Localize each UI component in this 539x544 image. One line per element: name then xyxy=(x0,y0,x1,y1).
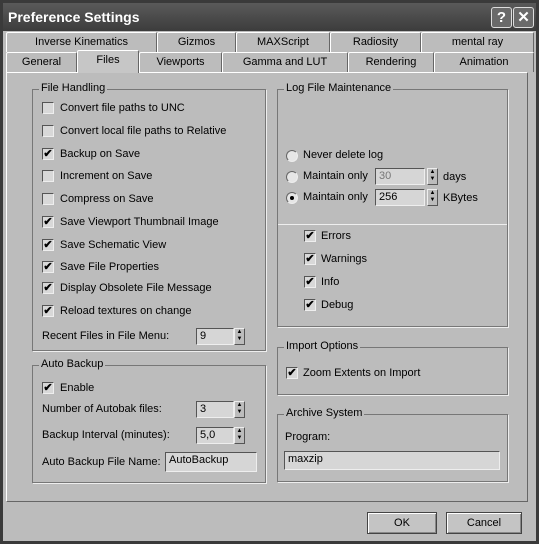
log-check-label: Errors xyxy=(321,230,351,242)
file-option-label: Save Schematic View xyxy=(60,239,167,251)
backup-interval-label: Backup Interval (minutes): xyxy=(42,429,170,441)
file-option-checkbox[interactable] xyxy=(42,125,54,137)
window-title: Preference Settings xyxy=(8,9,140,25)
file-option-label: Increment on Save xyxy=(60,170,153,182)
autobak-count-label: Number of Autobak files: xyxy=(42,403,162,415)
backup-name-input[interactable]: AutoBackup xyxy=(165,452,257,472)
days-spinner[interactable]: ▲ ▼ xyxy=(427,168,438,185)
file-option-label: Reload textures on change xyxy=(60,305,192,317)
log-check-label: Debug xyxy=(321,299,354,311)
file-option-checkbox[interactable]: ✔ xyxy=(42,239,54,251)
tab-viewports[interactable]: Viewports xyxy=(139,52,222,72)
group-title: Archive System xyxy=(284,407,365,419)
file-option-checkbox[interactable]: ✔ xyxy=(42,282,54,294)
zoom-extents-checkbox[interactable]: ✔ xyxy=(286,367,298,379)
log-errors-checkbox[interactable]: ✔ xyxy=(304,230,316,242)
never-delete-radio[interactable] xyxy=(286,150,298,162)
kb-unit: KBytes xyxy=(443,192,478,204)
maintain-days-radio[interactable] xyxy=(286,171,298,183)
log-warnings-checkbox[interactable]: ✔ xyxy=(304,253,316,265)
ok-button[interactable]: OK xyxy=(367,512,437,534)
file-option-checkbox[interactable] xyxy=(42,170,54,182)
tab-animation[interactable]: Animation xyxy=(434,52,534,72)
group-title: Log File Maintenance xyxy=(284,82,394,94)
help-button[interactable]: ? xyxy=(491,7,512,28)
file-option-label: Save Viewport Thumbnail Image xyxy=(60,216,219,228)
kb-spinner[interactable]: ▲ ▼ xyxy=(427,189,438,206)
group-title: Auto Backup xyxy=(39,358,106,370)
file-option-checkbox[interactable] xyxy=(42,102,54,114)
group-title: File Handling xyxy=(39,82,108,94)
file-option-label: Convert local file paths to Relative xyxy=(60,125,227,137)
days-unit: days xyxy=(443,171,467,183)
file-option-label: Backup on Save xyxy=(60,148,141,160)
tab-radiosity[interactable]: Radiosity xyxy=(330,32,421,52)
close-button[interactable]: ✕ xyxy=(513,7,534,28)
enable-label: Enable xyxy=(60,382,95,394)
maintain-days-label: Maintain only xyxy=(303,170,368,182)
tab-maxscript[interactable]: MAXScript xyxy=(236,32,330,52)
archive-system-group: Archive System xyxy=(277,407,508,482)
log-check-label: Warnings xyxy=(321,253,368,265)
tab-gamma-and-lut[interactable]: Gamma and LUT xyxy=(222,52,348,72)
maintain-kb-label: Maintain only xyxy=(303,191,368,203)
backup-name-label: Auto Backup File Name: xyxy=(42,456,161,468)
backup-interval-input[interactable]: 5,0 xyxy=(196,427,234,444)
file-option-checkbox[interactable]: ✔ xyxy=(42,261,54,273)
autobak-count-spinner[interactable]: ▲ ▼ xyxy=(234,401,245,418)
group-title: Import Options xyxy=(284,340,361,352)
tab-gizmos[interactable]: Gizmos xyxy=(157,32,236,52)
enable-checkbox[interactable]: ✔ xyxy=(42,382,54,394)
file-option-checkbox[interactable]: ✔ xyxy=(42,148,54,160)
file-option-checkbox[interactable] xyxy=(42,193,54,205)
file-option-label: Display Obsolete File Message xyxy=(60,282,212,294)
program-label: Program: xyxy=(285,431,331,443)
zoom-extents-label: Zoom Extents on Import xyxy=(303,367,421,379)
tab-rendering[interactable]: Rendering xyxy=(348,52,434,72)
recent-files-input[interactable]: 9 xyxy=(196,328,234,345)
log-check-label: Info xyxy=(321,276,340,288)
kb-input[interactable]: 256 xyxy=(375,189,425,206)
backup-interval-spinner[interactable]: ▲ ▼ xyxy=(234,427,245,444)
never-delete-label: Never delete log xyxy=(303,149,384,161)
tab-files[interactable]: Files xyxy=(77,50,139,73)
file-option-label: Convert file paths to UNC xyxy=(60,102,185,114)
maintain-kb-radio[interactable] xyxy=(286,192,298,204)
file-option-checkbox[interactable]: ✔ xyxy=(42,216,54,228)
file-option-label: Save File Properties xyxy=(60,261,160,273)
divider xyxy=(278,224,507,225)
tab-inverse-kinematics[interactable]: Inverse Kinematics xyxy=(6,32,157,52)
log-debug-checkbox[interactable]: ✔ xyxy=(304,299,316,311)
file-option-label: Compress on Save xyxy=(60,193,154,205)
program-input[interactable]: maxzip xyxy=(284,451,500,470)
recent-files-spinner[interactable]: ▲ ▼ xyxy=(234,328,245,345)
recent-files-label: Recent Files in File Menu: xyxy=(42,330,170,342)
log-info-checkbox[interactable]: ✔ xyxy=(304,276,316,288)
log-file-group: Log File Maintenance xyxy=(277,82,508,327)
tab-mental-ray[interactable]: mental ray xyxy=(421,32,534,52)
tab-general[interactable]: General xyxy=(6,52,77,72)
days-input[interactable]: 30 xyxy=(375,168,425,185)
file-option-checkbox[interactable]: ✔ xyxy=(42,305,54,317)
cancel-button[interactable]: Cancel xyxy=(446,512,522,534)
title-bar: Preference Settings xyxy=(3,3,536,31)
autobak-count-input[interactable]: 3 xyxy=(196,401,234,418)
